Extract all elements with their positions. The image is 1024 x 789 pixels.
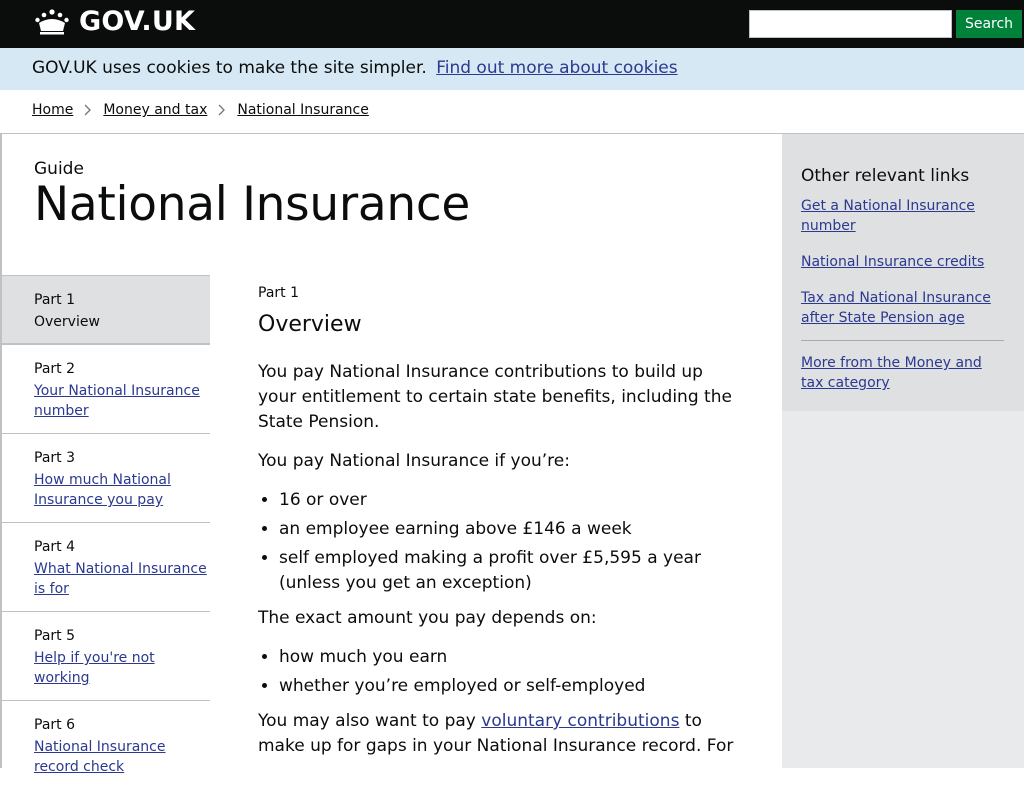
related-links: Other relevant links Get a National Insu… <box>782 152 1022 411</box>
list-item: self employed making a profit over £5,59… <box>279 546 738 596</box>
part-number: Part 1 <box>34 292 75 308</box>
chevron-right-icon <box>84 104 92 116</box>
list-item: Tax and National Insurance after State P… <box>801 288 1004 328</box>
cookie-link[interactable]: Find out more about cookies <box>436 58 677 78</box>
part-link-how-much-you-pay[interactable]: How much National Insurance you pay <box>34 470 210 510</box>
related-link-more-money-tax[interactable]: More from the Money and tax category <box>801 353 1004 393</box>
sidebar-lower <box>782 411 1024 768</box>
voluntary-paragraph: You may also want to pay voluntary contr… <box>258 709 738 759</box>
part-item-overview: Part 1 Overview <box>2 275 210 344</box>
part-link-what-ni-is-for[interactable]: What National Insurance is for <box>34 559 210 599</box>
main-content: Part 1 Overview You pay National Insuran… <box>258 284 738 759</box>
cookie-text: GOV.UK uses cookies to make the site sim… <box>32 58 427 78</box>
page-title: National Insurance <box>34 177 470 232</box>
breadcrumb-home[interactable]: Home <box>32 101 73 119</box>
part-link-record-check[interactable]: National Insurance record check <box>34 737 210 777</box>
part-number: Part 5 <box>34 628 75 644</box>
govuk-logo-link[interactable]: GOV.UK <box>34 7 195 37</box>
list-item: 16 or over <box>279 488 738 513</box>
site-header: GOV.UK Search <box>0 0 1024 48</box>
part-number: Part 6 <box>34 717 75 733</box>
logo-text: GOV.UK <box>79 6 196 37</box>
breadcrumb: Home Money and tax National Insurance <box>32 101 369 119</box>
part-link-help-if-not-working[interactable]: Help if you're not working <box>34 648 210 688</box>
list-item: whether you’re employed or self-employed <box>279 674 738 699</box>
parts-nav: Part 1 Overview Part 2 Your National Ins… <box>2 275 210 789</box>
amount-paragraph: The exact amount you pay depends on: <box>258 608 597 628</box>
list-item: how much you earn <box>279 645 738 670</box>
list-item: Get a National Insurance number <box>801 196 1004 236</box>
search-button[interactable]: Search <box>956 10 1022 38</box>
voluntary-text-start: You may also want to pay <box>258 711 476 731</box>
breadcrumb-money-and-tax[interactable]: Money and tax <box>103 101 207 119</box>
search-input[interactable] <box>749 10 952 38</box>
related-heading: Other relevant links <box>801 166 970 186</box>
part-item-how-much-you-pay: Part 3 How much National Insurance you p… <box>2 433 210 522</box>
part-link-your-ni-number[interactable]: Your National Insurance number <box>34 381 210 421</box>
related-list: Get a National Insurance number National… <box>801 196 1004 328</box>
part-item-record-check: Part 6 National Insurance record check <box>2 700 210 789</box>
crown-icon <box>35 9 69 35</box>
cookie-banner: GOV.UK uses cookies to make the site sim… <box>0 48 1024 90</box>
content-part-label: Part 1 <box>258 285 299 301</box>
part-item-your-ni-number: Part 2 Your National Insurance number <box>2 344 210 433</box>
part-title-current: Overview <box>34 314 100 330</box>
related-divider <box>801 340 1004 341</box>
list-item: National Insurance credits <box>801 252 1004 272</box>
part-number: Part 3 <box>34 450 75 466</box>
list-item: an employee earning above £146 a week <box>279 517 738 542</box>
part-number: Part 2 <box>34 361 75 377</box>
content-heading: Overview <box>258 312 362 337</box>
who-pays-paragraph: You pay National Insurance if you’re: <box>258 451 570 471</box>
related-link-ni-credits[interactable]: National Insurance credits <box>801 254 984 270</box>
voluntary-contributions-link[interactable]: voluntary contributions <box>481 711 679 731</box>
intro-paragraph: You pay National Insurance contributions… <box>258 362 732 432</box>
amount-list: how much you earn whether you’re employe… <box>258 645 738 699</box>
related-link-get-ni-number[interactable]: Get a National Insurance number <box>801 198 975 234</box>
part-item-help-if-not-working: Part 5 Help if you're not working <box>2 611 210 700</box>
who-pays-list: 16 or over an employee earning above £14… <box>258 488 738 596</box>
chevron-right-icon <box>218 104 226 116</box>
related-link-state-pension-age[interactable]: Tax and National Insurance after State P… <box>801 290 991 326</box>
part-item-what-ni-is-for: Part 4 What National Insurance is for <box>2 522 210 611</box>
part-number: Part 4 <box>34 539 75 555</box>
breadcrumb-national-insurance[interactable]: National Insurance <box>237 101 368 119</box>
cookie-message: GOV.UK uses cookies to make the site sim… <box>32 57 678 79</box>
